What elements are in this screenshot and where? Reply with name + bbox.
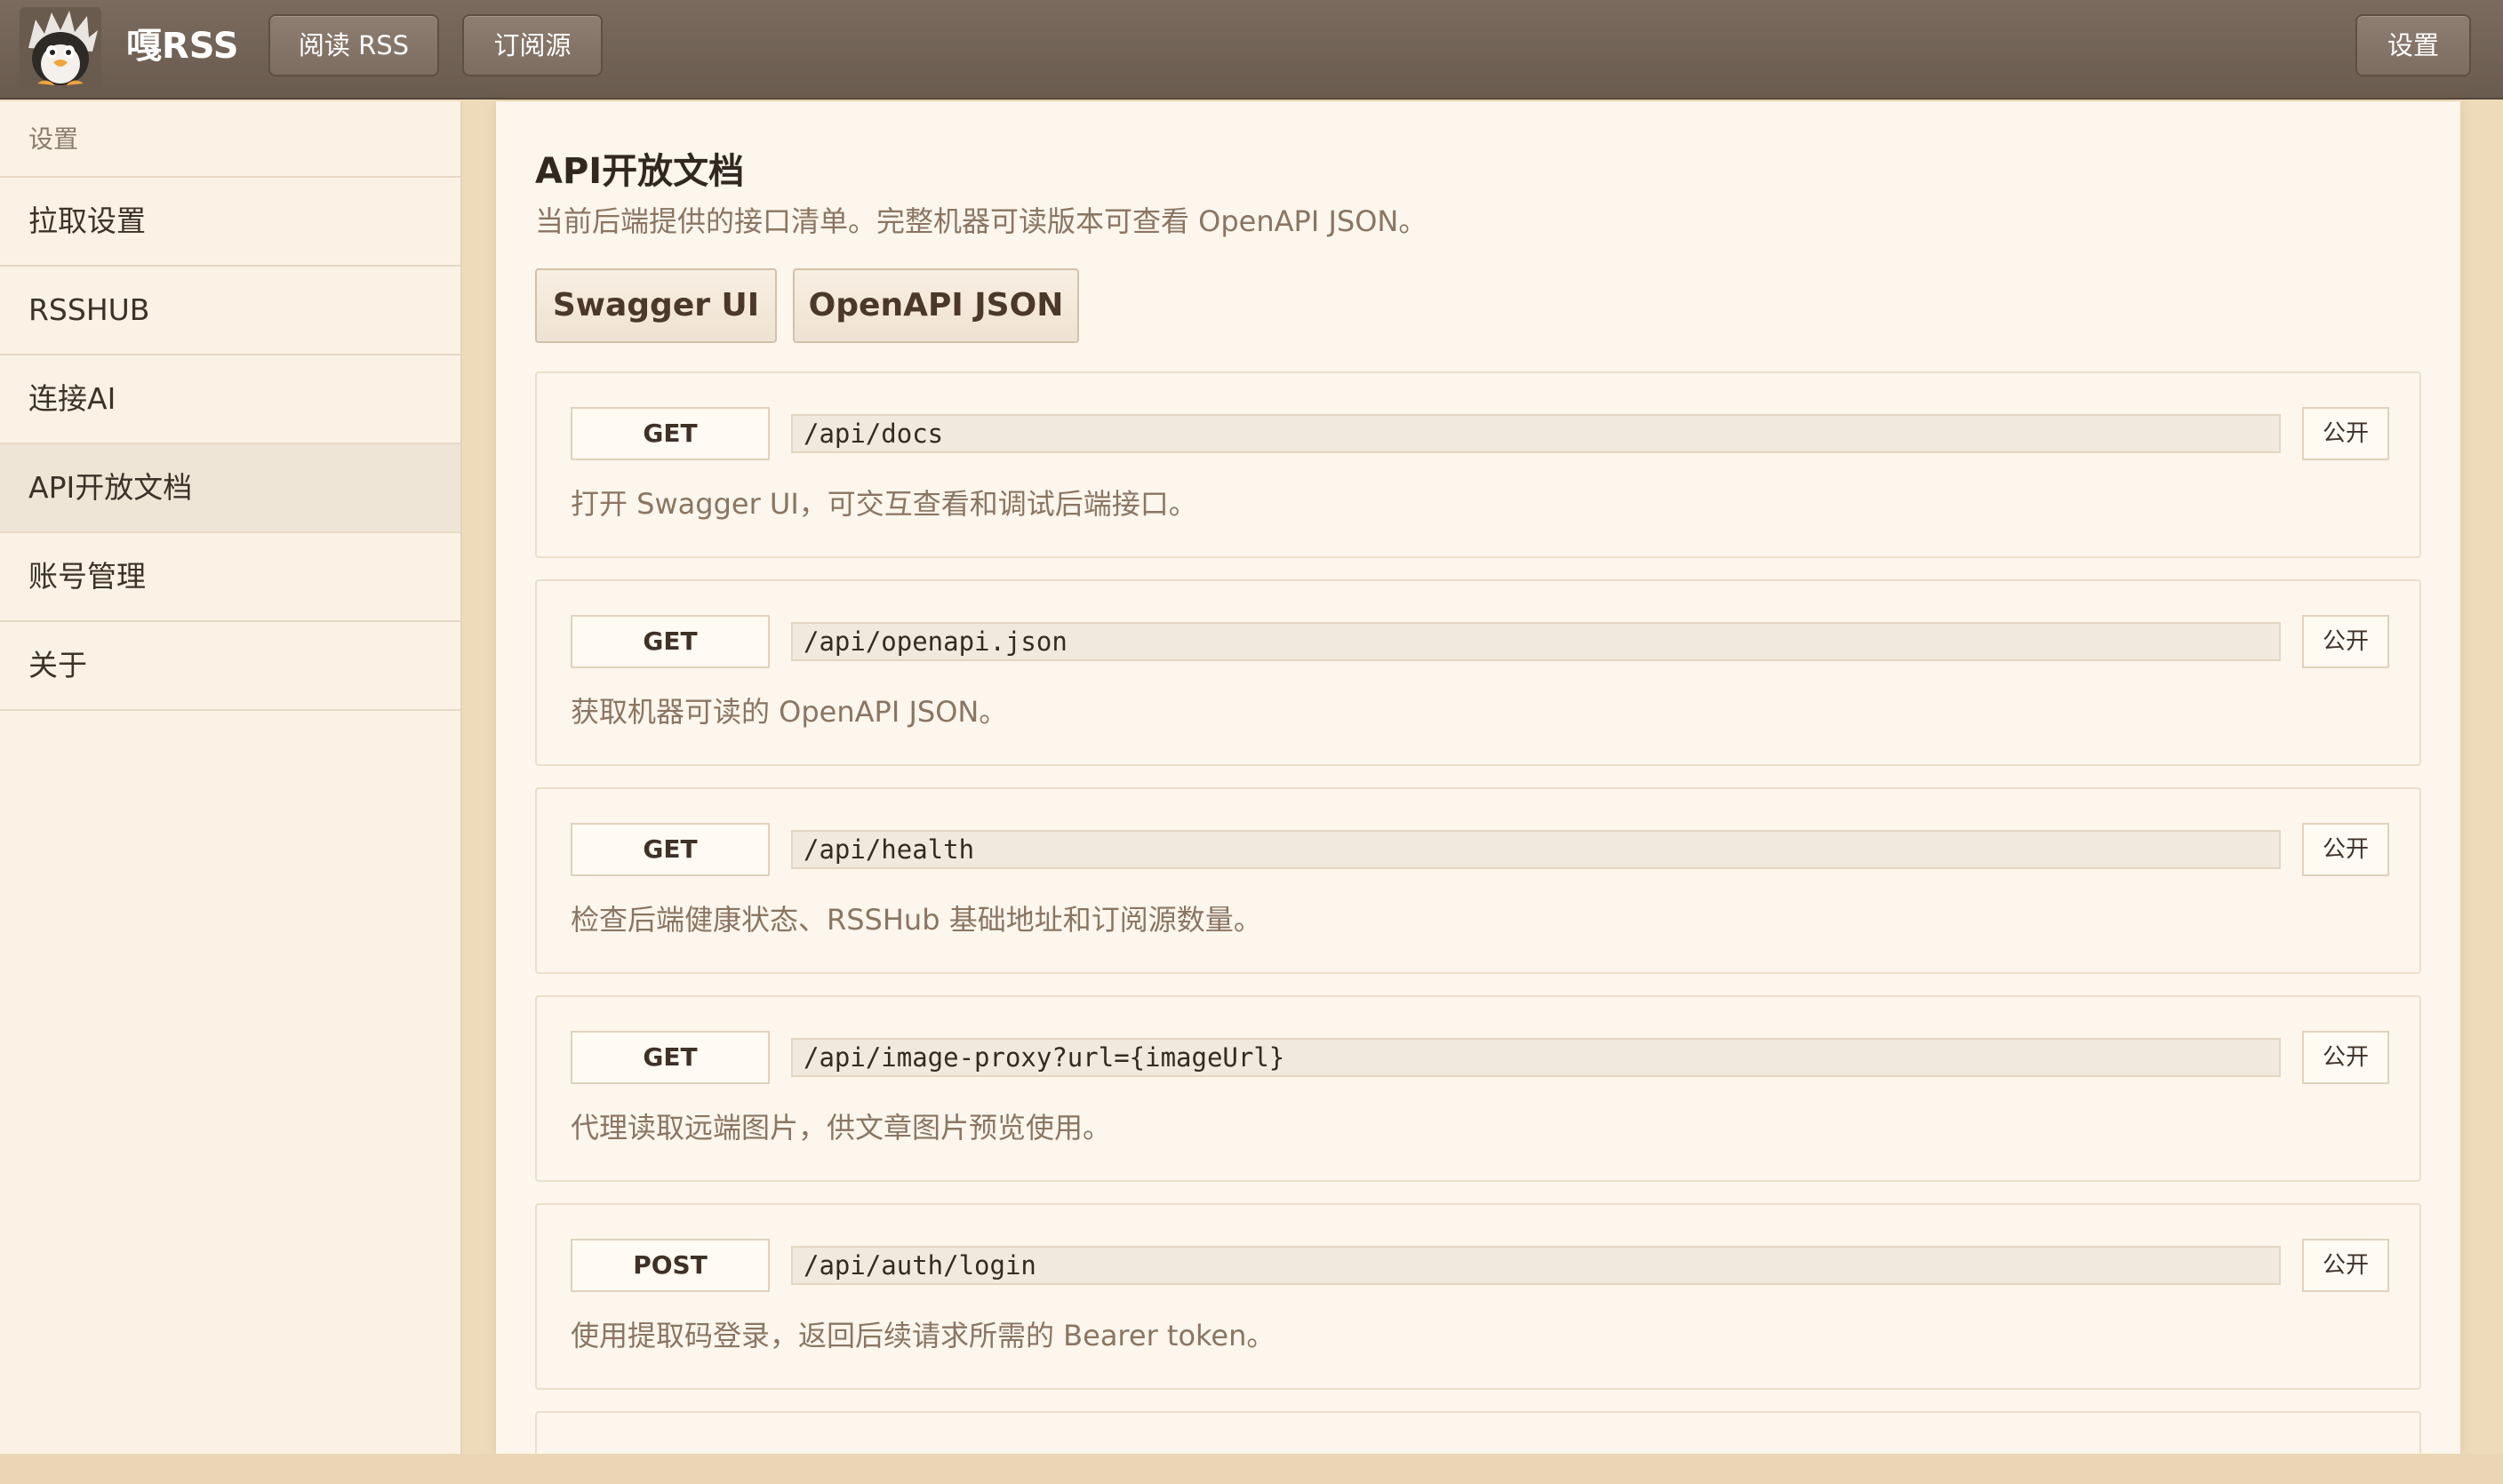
settings-sidebar: 设置 拉取设置 RSSHUB 连接AI API开放文档 账号管理 关于 xyxy=(0,101,462,1454)
method-badge: GET xyxy=(571,1031,770,1084)
bottom-edge xyxy=(0,1454,2503,1484)
subscriptions-button[interactable]: 订阅源 xyxy=(462,14,603,76)
endpoint-path: /api/health xyxy=(791,830,2281,869)
access-badge: 公开 xyxy=(2302,407,2389,460)
endpoint-description: 代理读取远端图片，供文章图片预览使用。 xyxy=(571,1111,1112,1145)
method-badge: GET xyxy=(571,823,770,876)
endpoint-path: /api/docs xyxy=(791,414,2281,453)
endpoint-path: /api/image-proxy?url={imageUrl} xyxy=(791,1038,2281,1077)
access-badge: 公开 xyxy=(2302,823,2389,876)
endpoint-card-partial xyxy=(535,1411,2421,1454)
sidebar-item-fetch-settings[interactable]: 拉取设置 xyxy=(0,178,460,267)
access-badge: 公开 xyxy=(2302,615,2389,668)
endpoint-card: GET /api/health 公开 检查后端健康状态、RSSHub 基础地址和… xyxy=(535,787,2421,974)
app-title: 嘎RSS xyxy=(126,26,239,67)
access-badge: 公开 xyxy=(2302,1239,2389,1292)
sidebar-item-api-docs[interactable]: API开放文档 xyxy=(0,444,460,533)
endpoint-card: POST /api/auth/login 公开 使用提取码登录，返回后续请求所需… xyxy=(535,1203,2421,1390)
endpoint-card: GET /api/image-proxy?url={imageUrl} 公开 代… xyxy=(535,995,2421,1182)
endpoint-path: /api/auth/login xyxy=(791,1246,2281,1285)
method-badge: GET xyxy=(571,615,770,668)
endpoint-description: 打开 Swagger UI，可交互查看和调试后端接口。 xyxy=(571,487,1197,521)
endpoint-description: 获取机器可读的 OpenAPI JSON。 xyxy=(571,695,1008,729)
access-badge: 公开 xyxy=(2302,1031,2389,1084)
endpoint-card: GET /api/docs 公开 打开 Swagger UI，可交互查看和调试后… xyxy=(535,371,2421,558)
sidebar-item-about[interactable]: 关于 xyxy=(0,622,460,711)
page-subtitle: 当前后端提供的接口清单。完整机器可读版本可查看 OpenAPI JSON。 xyxy=(535,204,1427,238)
openapi-json-button[interactable]: OpenAPI JSON xyxy=(793,268,1079,343)
endpoint-card: GET /api/openapi.json 公开 获取机器可读的 OpenAPI… xyxy=(535,579,2421,766)
endpoint-description: 检查后端健康状态、RSSHub 基础地址和订阅源数量。 xyxy=(571,903,1262,937)
endpoint-description: 使用提取码登录，返回后续请求所需的 Bearer token。 xyxy=(571,1319,1275,1352)
top-navigation-bar: 嘎RSS 阅读 RSS 订阅源 设置 xyxy=(0,0,2503,100)
sidebar-item-account[interactable]: 账号管理 xyxy=(0,533,460,622)
page-title: API开放文档 xyxy=(535,151,745,192)
read-rss-button[interactable]: 阅读 RSS xyxy=(268,14,439,76)
api-docs-panel: API开放文档 当前后端提供的接口清单。完整机器可读版本可查看 OpenAPI … xyxy=(496,101,2460,1454)
sidebar-header: 设置 xyxy=(0,101,460,178)
swagger-ui-button[interactable]: Swagger UI xyxy=(535,268,777,343)
sidebar-item-connect-ai[interactable]: 连接AI xyxy=(0,355,460,444)
method-badge: GET xyxy=(571,407,770,460)
sidebar-item-rsshub[interactable]: RSSHUB xyxy=(0,267,460,355)
endpoint-path: /api/openapi.json xyxy=(791,622,2281,661)
settings-button[interactable]: 设置 xyxy=(2355,14,2471,76)
penguin-avatar-logo xyxy=(20,7,101,89)
method-badge: POST xyxy=(571,1239,770,1292)
